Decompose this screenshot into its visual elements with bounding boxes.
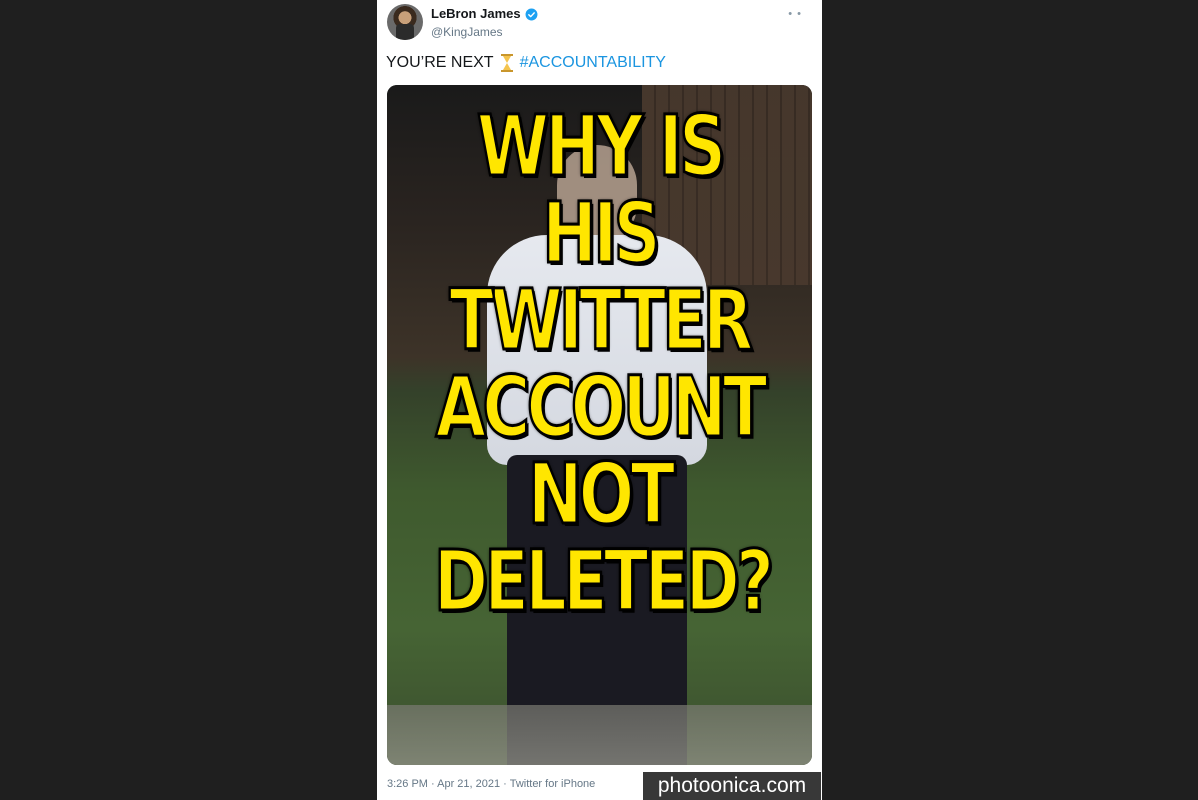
verified-badge-icon (525, 8, 538, 20)
overlay-line: DELETED? (433, 532, 776, 630)
overlay-line: WHY IS (476, 97, 728, 195)
avatar-jersey (396, 24, 414, 40)
display-name-row: LeBron James (431, 6, 538, 22)
user-block: LeBron James @KingJames (431, 6, 538, 40)
tweet-card: LeBron James @KingJames • • YOU’RE NEXT … (377, 0, 822, 800)
screenshot-canvas: LeBron James @KingJames • • YOU’RE NEXT … (0, 0, 1198, 800)
overlay-line: NOT (527, 445, 677, 543)
tweet-text: YOU’RE NEXT #ACCOUNTABILITY (386, 54, 666, 72)
hourglass-icon (500, 54, 513, 72)
tweet-header: LeBron James @KingJames • • (387, 4, 812, 44)
tweet-text-main: YOU’RE NEXT (386, 54, 494, 71)
media-overlay-text: WHY IS HIS TWITTER ACCOUNT NOT DELETED? (433, 97, 776, 630)
hashtag-link[interactable]: #ACCOUNTABILITY (520, 54, 666, 72)
overlay-line: HIS (541, 184, 662, 282)
tweet-media-image[interactable]: WHY IS HIS TWITTER ACCOUNT NOT DELETED? (387, 85, 812, 765)
more-dots-icon[interactable]: • • (788, 8, 802, 20)
media-path (387, 705, 812, 765)
tweet-timestamp[interactable]: 3:26 PM · Apr 21, 2021 · Twitter for iPh… (387, 778, 595, 790)
overlay-line: TWITTER (448, 271, 754, 369)
overlay-line: ACCOUNT (434, 358, 768, 456)
display-name[interactable]: LeBron James (431, 6, 521, 22)
avatar[interactable] (387, 4, 423, 40)
watermark: photoonica.com (643, 772, 821, 800)
user-handle[interactable]: @KingJames (431, 24, 538, 40)
